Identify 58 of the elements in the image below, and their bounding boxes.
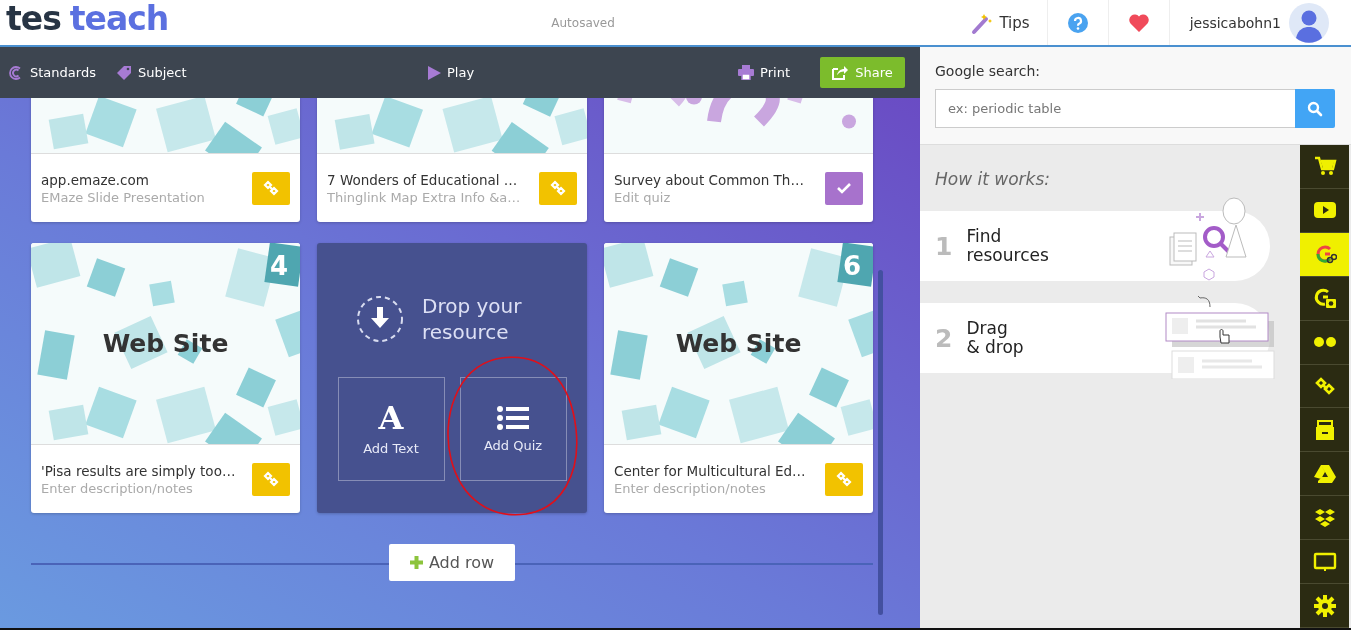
dots-icon	[1312, 337, 1337, 348]
scrollbar[interactable]	[878, 270, 883, 615]
resource-card[interactable]: 7 Wonders of Educational … Thinglink Map Extra Info &a…	[317, 98, 587, 222]
print-button[interactable]: Print	[738, 65, 790, 80]
resource-card[interactable]: app.emaze.com EMaze Slide Presentation	[31, 98, 300, 222]
card-subtitle: Edit quiz	[614, 189, 672, 205]
resource-card[interactable]: Web Site 6 Center for Multicultural Ed… Enter description/notes	[604, 243, 873, 513]
google-camera-icon	[1312, 286, 1337, 311]
printer-icon	[738, 65, 755, 80]
logo[interactable]: tes teach	[6, 0, 169, 39]
card-title: Center for Multicultural Ed…	[614, 462, 807, 479]
list-icon	[497, 405, 529, 430]
card-title: 'Pisa results are simply too…	[41, 462, 237, 479]
sidebar-tab[interactable]	[1300, 232, 1349, 277]
search-icon	[1307, 100, 1323, 117]
help-icon	[1067, 12, 1088, 33]
search-label: Google search:	[935, 63, 1042, 79]
card-subtitle: Thinglink Map Extra Info &a…	[327, 189, 522, 205]
step-number: 1	[935, 231, 953, 261]
heart-icon	[1127, 12, 1150, 33]
subject-button[interactable]: Subject	[115, 64, 187, 81]
settings-icon	[1312, 593, 1337, 618]
autosave-status: Autosaved	[551, 15, 616, 30]
play-icon	[428, 65, 441, 80]
user-menu[interactable]: jessicabohn1	[1168, 0, 1351, 45]
add-row-button[interactable]: Add row	[389, 544, 515, 581]
step-text: Find resources	[966, 227, 1049, 265]
standards-button[interactable]: Standards	[8, 64, 96, 81]
card-subtitle: Enter description/notes	[614, 480, 767, 496]
search-field[interactable]: ex: periodic table	[935, 89, 1295, 128]
tips-button[interactable]: Tips	[953, 0, 1047, 45]
avatar-icon	[1289, 2, 1329, 43]
section-title: How it works:	[934, 169, 1051, 189]
step-number: 2	[935, 323, 953, 353]
card-subtitle: EMaze Slide Presentation	[41, 189, 206, 205]
card-title: 7 Wonders of Educational …	[327, 171, 519, 188]
card-subtitle: Enter description/notes	[41, 480, 194, 496]
add-quiz-button[interactable]: Add Quiz	[459, 377, 567, 481]
card-heading: Web Site	[102, 329, 229, 358]
card-title: Survey about Common Th…	[614, 171, 805, 188]
drop-zone[interactable]: Drop your resource A Add Text Add Quiz	[317, 243, 587, 513]
resource-card[interactable]: Web Site 4 'Pisa results are simply too… Enter description/notes	[31, 243, 300, 513]
drop-title: Drop your resource	[422, 293, 523, 345]
share-icon	[832, 65, 849, 80]
add-text-button[interactable]: A Add Text	[337, 377, 445, 481]
card-number: 4	[269, 251, 288, 281]
play-button[interactable]: Play	[428, 65, 475, 80]
download-icon	[356, 295, 404, 343]
step-text: Drag & drop	[966, 319, 1024, 357]
search-button[interactable]	[1295, 89, 1335, 128]
card-title: app.emaze.com	[41, 171, 150, 188]
check-badge[interactable]	[825, 171, 863, 205]
resource-card[interactable]: Survey about Common Th… Edit quiz	[604, 98, 873, 222]
tag-icon	[115, 64, 132, 81]
plus-icon	[409, 556, 423, 569]
card-number: 6	[842, 251, 861, 281]
card-heading: Web Site	[675, 329, 802, 358]
letter-icon: A	[378, 402, 404, 433]
